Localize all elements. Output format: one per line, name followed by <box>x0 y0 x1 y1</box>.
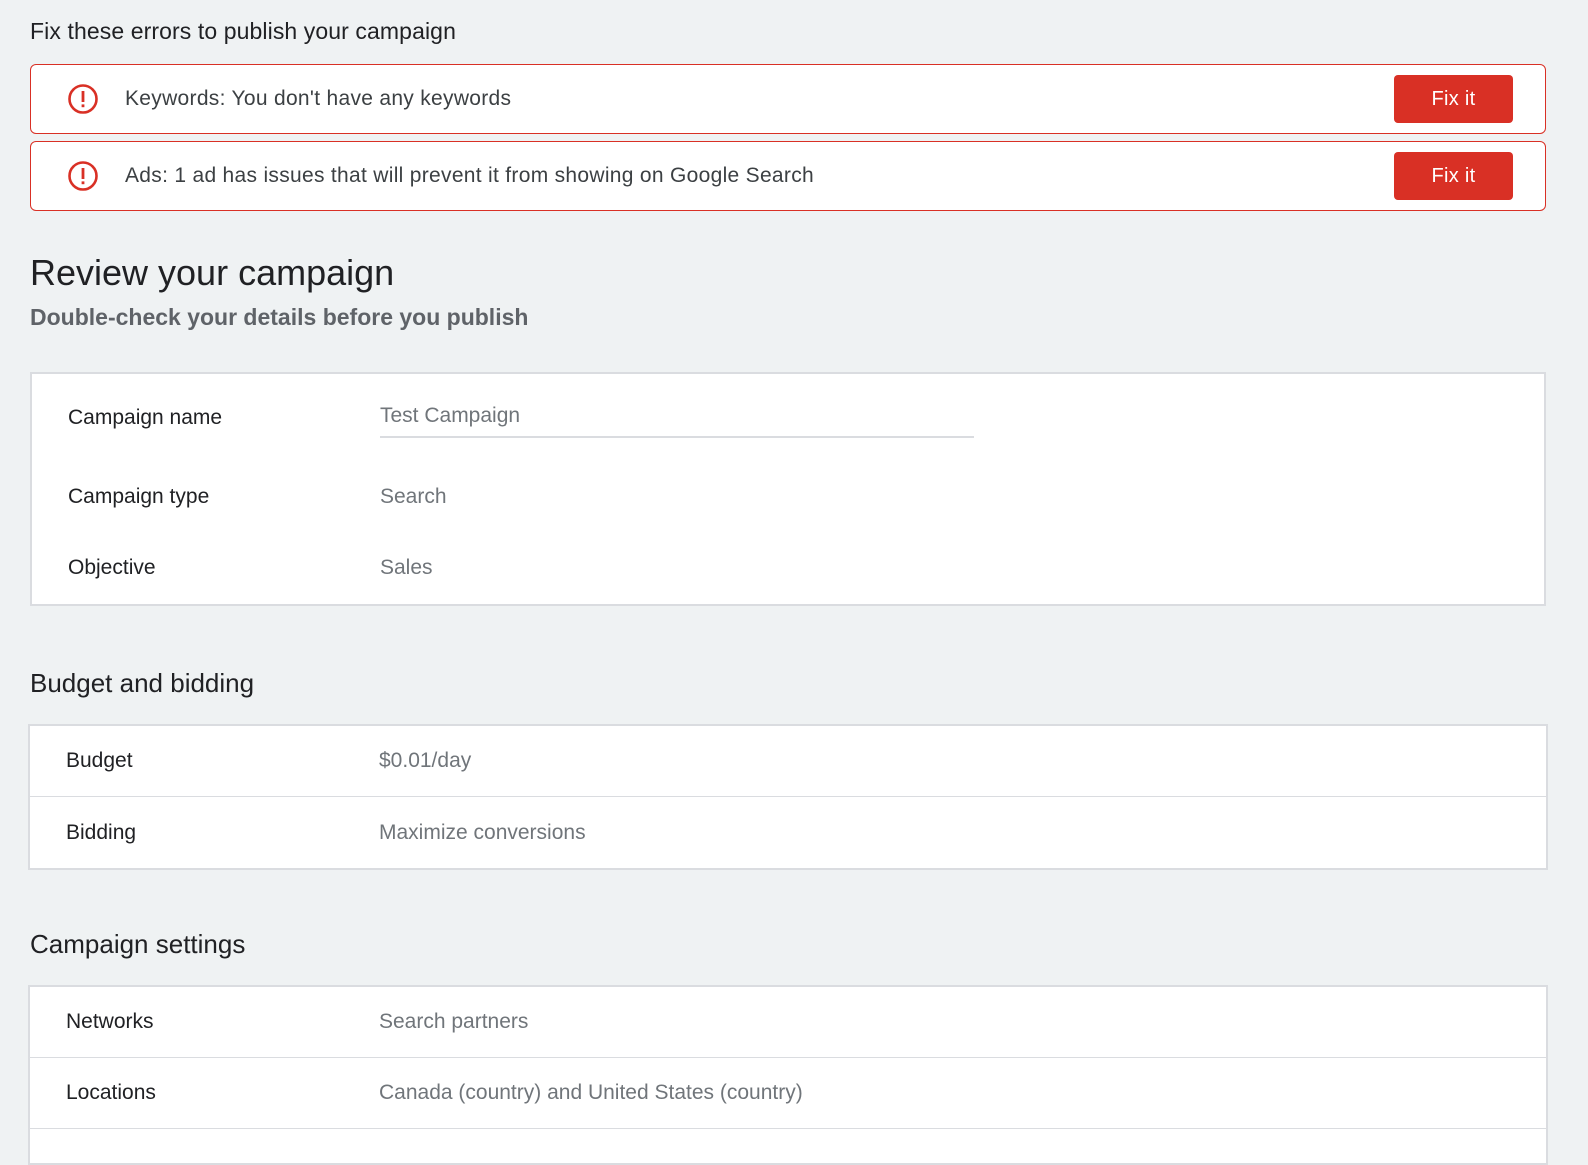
error-alert-ads: Ads: 1 ad has issues that will prevent i… <box>30 141 1546 211</box>
locations-label: Locations <box>66 1081 156 1104</box>
campaign-type-value: Search <box>380 485 447 508</box>
error-message: Keywords: You don't have any keywords <box>125 87 512 110</box>
fix-keywords-button[interactable]: Fix it <box>1394 75 1513 123</box>
bidding-label: Bidding <box>66 820 137 844</box>
bidding-row[interactable]: Bidding Maximize conversions <box>30 797 1546 868</box>
campaign-name-label: Campaign name <box>68 406 223 429</box>
budget-value: $0.01/day <box>379 749 472 772</box>
campaign-name-input[interactable] <box>380 396 974 438</box>
campaign-type-label: Campaign type <box>68 485 210 508</box>
error-message: Ads: 1 ad has issues that will prevent i… <box>125 164 814 187</box>
errors-title: Fix these errors to publish your campaig… <box>30 18 456 44</box>
page-title: Review your campaign <box>30 252 395 293</box>
objective-label: Objective <box>68 556 156 579</box>
budget-table: Budget $0.01/day Bidding Maximize conver… <box>28 724 1548 870</box>
networks-row[interactable]: Networks Search partners <box>30 987 1546 1058</box>
budget-row[interactable]: Budget $0.01/day <box>30 726 1546 797</box>
campaign-details-card: Campaign name Campaign type Search Objec… <box>30 372 1546 606</box>
error-icon <box>68 161 98 191</box>
fix-ads-button[interactable]: Fix it <box>1394 152 1513 200</box>
objective-value: Sales <box>380 556 433 579</box>
budget-label: Budget <box>66 749 133 772</box>
settings-section-title: Campaign settings <box>30 929 246 959</box>
networks-label: Networks <box>66 1010 154 1033</box>
budget-section-title: Budget and bidding <box>30 668 255 698</box>
page-subtitle: Double-check your details before you pub… <box>30 304 529 330</box>
networks-value: Search partners <box>379 1010 529 1033</box>
bidding-value: Maximize conversions <box>379 820 586 844</box>
locations-value: Canada (country) and United States (coun… <box>379 1081 803 1104</box>
locations-row[interactable]: Locations Canada (country) and United St… <box>30 1058 1546 1129</box>
error-alert-keywords: Keywords: You don't have any keywords Fi… <box>30 64 1546 134</box>
error-icon <box>68 84 98 114</box>
settings-table: Networks Search partners Locations Canad… <box>28 985 1548 1165</box>
